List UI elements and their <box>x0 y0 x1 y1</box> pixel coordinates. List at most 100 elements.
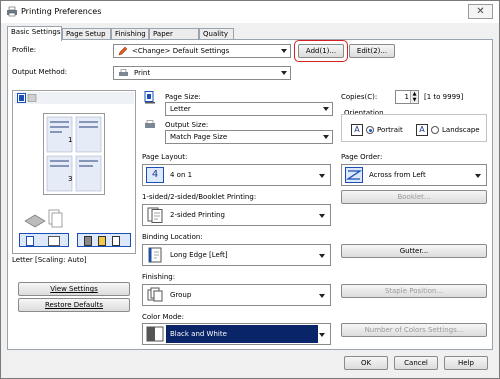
output-size-icon <box>145 120 155 128</box>
color-mode-select[interactable]: Black and White <box>142 323 331 345</box>
chevron-down-icon <box>319 294 325 298</box>
page-size-select[interactable]: Letter <box>165 102 333 116</box>
portrait-label: Portrait <box>377 126 403 134</box>
ok-button[interactable]: OK <box>344 356 388 370</box>
output-size-select[interactable]: Match Page Size <box>165 130 333 144</box>
tab-label: Basic Settings <box>11 28 61 36</box>
single-page-icon <box>26 236 34 246</box>
portrait-icon: A <box>351 124 363 136</box>
preview-mode-buttons <box>19 233 131 247</box>
preview-page-number: 1 <box>68 136 73 144</box>
chevron-down-icon <box>475 174 481 178</box>
blank-page-icon <box>112 236 120 246</box>
booklet-label: Booklet... <box>397 193 431 201</box>
preview-mode-icon[interactable] <box>17 93 37 103</box>
pencil-icon <box>118 46 128 56</box>
page-size-icon <box>144 91 155 104</box>
staple-position-button[interactable]: Staple Position... <box>341 284 487 298</box>
page-layout-label: Page Layout: <box>142 153 188 161</box>
copies-label: Copies(C): <box>341 93 378 101</box>
window-title: Printing Preferences <box>21 7 102 16</box>
finishing-value: Group <box>170 291 192 299</box>
portrait-radio[interactable] <box>366 126 374 134</box>
color-mode-value: Black and White <box>170 330 227 338</box>
preview-status-text: Letter [Scaling: Auto] <box>12 256 87 264</box>
binding-location-select[interactable]: Long Edge [Left] <box>142 244 331 266</box>
profile-select[interactable]: <Change> Default Settings <box>113 44 291 58</box>
cancel-label: Cancel <box>404 359 428 367</box>
landscape-label: Landscape <box>442 126 480 134</box>
two-sided-icon <box>147 207 163 223</box>
page-order-icon <box>345 167 363 183</box>
help-label: Help <box>458 359 474 367</box>
page-order-select[interactable]: Across from Left <box>341 164 487 186</box>
printing-mode-value: 2-sided Printing <box>170 211 225 219</box>
output-method-select[interactable]: Print <box>113 66 291 80</box>
restore-defaults-button[interactable]: Restore Defaults <box>18 298 130 312</box>
print-style-toggle[interactable] <box>19 233 69 247</box>
output-method-value: Print <box>134 69 151 77</box>
number-of-colors-label: Number of Colors Settings... <box>364 326 464 334</box>
add-button-label: Add(1)... <box>305 47 337 55</box>
binding-icon <box>148 247 162 263</box>
chevron-down-icon <box>319 174 325 178</box>
number-of-colors-button[interactable]: Number of Colors Settings... <box>341 323 487 337</box>
view-settings-button[interactable]: View Settings <box>18 282 130 296</box>
profile-value: <Change> Default Settings <box>132 47 230 55</box>
printer-icon <box>7 6 17 17</box>
page-layout-select[interactable]: 4 4 on 1 <box>142 164 331 186</box>
tab-label: Finishing <box>115 30 146 38</box>
chevron-down-icon <box>319 333 325 337</box>
output-size-label: Output Size: <box>165 121 209 129</box>
copies-input[interactable]: 1 ▲ ▼ <box>395 90 419 104</box>
link-page-icon <box>48 236 60 246</box>
gutter-button[interactable]: Gutter... <box>341 244 487 258</box>
tab-label: Quality <box>203 30 229 38</box>
binding-location-label: Binding Location: <box>142 233 203 241</box>
close-button[interactable]: ✕ <box>468 4 493 19</box>
finishing-select[interactable]: Group <box>142 284 331 306</box>
staple-position-label: Staple Position... <box>384 287 444 295</box>
preview-toolbar <box>14 92 134 104</box>
cancel-button[interactable]: Cancel <box>394 356 438 370</box>
tab-label: Page Setup <box>66 30 106 38</box>
black-and-white-icon <box>146 326 164 342</box>
group-finishing-icon <box>147 287 163 302</box>
grayscale-page-icon <box>84 236 92 246</box>
copies-value: 1 <box>404 93 409 101</box>
color-page-icon <box>98 236 106 246</box>
profile-label: Profile: <box>12 46 37 54</box>
page-order-value: Across from Left <box>369 171 426 179</box>
chevron-down-icon <box>323 135 329 139</box>
basic-settings-panel: Profile: <Change> Default Settings Add(1… <box>7 39 493 350</box>
output-size-value: Match Page Size <box>170 133 228 141</box>
close-icon: ✕ <box>476 6 485 17</box>
help-button[interactable]: Help <box>444 356 488 370</box>
chevron-down-icon <box>319 254 325 258</box>
gutter-label: Gutter... <box>399 247 429 255</box>
printing-mode-label: 1-sided/2-sided/Booklet Printing: <box>142 193 257 201</box>
copies-spinner[interactable]: ▲ ▼ <box>410 91 418 103</box>
page-layout-value: 4 on 1 <box>170 171 193 179</box>
view-settings-label: View Settings <box>50 285 98 293</box>
add-profile-button[interactable]: Add(1)... <box>298 44 344 58</box>
page-layout-icon: 4 <box>146 167 164 183</box>
title-bar: Printing Preferences ✕ <box>1 1 499 23</box>
output-method-label: Output Method: <box>12 68 68 76</box>
ok-label: OK <box>360 359 372 367</box>
tab-basic-settings[interactable]: Basic Settings <box>7 26 62 41</box>
edit-profile-button[interactable]: Edit(2)... <box>349 44 395 58</box>
printing-mode-select[interactable]: 2-sided Printing <box>142 204 331 226</box>
preview-pane: 1 3 <box>12 90 136 254</box>
chevron-down-icon <box>281 71 287 75</box>
color-preview-toggle[interactable] <box>77 233 131 247</box>
chevron-down-icon <box>281 49 287 53</box>
copies-range: [1 to 9999] <box>424 93 464 101</box>
edit-button-label: Edit(2)... <box>356 47 388 55</box>
color-mode-label: Color Mode: <box>142 313 184 321</box>
page-size-value: Letter <box>170 105 191 113</box>
finishing-preview-icon <box>24 209 63 228</box>
page-size-label: Page Size: <box>165 93 201 101</box>
booklet-button[interactable]: Booklet... <box>341 190 487 204</box>
landscape-radio[interactable] <box>431 126 439 134</box>
